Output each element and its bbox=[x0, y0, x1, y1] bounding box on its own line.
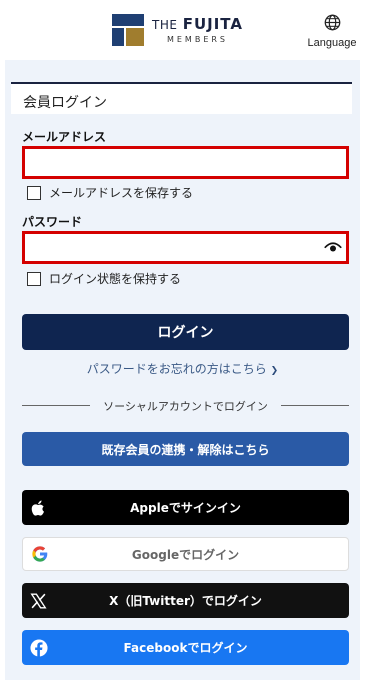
globe-icon bbox=[324, 14, 340, 31]
language-label: Language bbox=[307, 37, 357, 49]
login-title-box: 会員ログイン bbox=[11, 82, 352, 114]
social-divider-text: ソーシャルアカウントでログイン bbox=[103, 400, 268, 413]
facebook-login-button[interactable]: Facebookでログイン bbox=[22, 630, 349, 665]
language-button[interactable]: Language bbox=[302, 14, 362, 49]
logo-the: THE bbox=[152, 17, 178, 32]
fujita-logo[interactable]: THE FUJITA MEMBERS bbox=[112, 14, 243, 46]
save-email-label: メールアドレスを保存する bbox=[49, 186, 194, 200]
link-existing-member-label: 既存会員の連携・解除はこちら bbox=[101, 442, 270, 457]
password-field[interactable] bbox=[25, 234, 331, 261]
x-login-button[interactable]: X（旧Twitter）でログイン bbox=[22, 583, 349, 618]
login-panel: 会員ログイン メールアドレス メールアドレスを保存する パスワード ログイン状態… bbox=[5, 60, 360, 680]
google-login-button[interactable]: Googleでログイン bbox=[22, 537, 349, 571]
page-title: 会員ログイン bbox=[23, 95, 107, 111]
keep-login-label: ログイン状態を保持する bbox=[49, 272, 182, 286]
save-email-row[interactable]: メールアドレスを保存する bbox=[27, 184, 193, 201]
keep-login-row[interactable]: ログイン状態を保持する bbox=[27, 270, 181, 287]
apple-icon bbox=[30, 499, 46, 517]
link-existing-member-button[interactable]: 既存会員の連携・解除はこちら bbox=[22, 432, 349, 466]
logo-members: MEMBERS bbox=[166, 34, 229, 44]
logo-fujita: FUJITA bbox=[182, 14, 243, 33]
google-login-label: Googleでログイン bbox=[131, 547, 240, 562]
save-email-checkbox[interactable] bbox=[27, 185, 41, 200]
forgot-password-text: パスワードをお忘れの方はこちら bbox=[86, 362, 267, 376]
email-field[interactable] bbox=[25, 149, 331, 176]
login-button-label: ログイン bbox=[157, 325, 214, 341]
apple-signin-button[interactable]: Appleでサインイン bbox=[22, 490, 349, 525]
apple-signin-label: Appleでサインイン bbox=[130, 501, 241, 515]
keep-login-checkbox[interactable] bbox=[27, 271, 41, 286]
email-field-box bbox=[22, 146, 349, 179]
password-field-box bbox=[22, 231, 349, 264]
google-icon bbox=[31, 545, 49, 563]
chevron-right-icon: ❯ bbox=[270, 366, 279, 376]
facebook-icon bbox=[30, 638, 48, 657]
password-label: パスワード bbox=[22, 215, 83, 229]
social-divider: ソーシャルアカウントでログイン bbox=[22, 397, 349, 413]
header: THE FUJITA MEMBERS Language bbox=[0, 0, 369, 58]
logo-mark-icon bbox=[112, 14, 144, 46]
logo-text: THE FUJITA MEMBERS bbox=[152, 14, 243, 44]
login-button[interactable]: ログイン bbox=[22, 314, 349, 350]
forgot-password-link[interactable]: パスワードをお忘れの方はこちら ❯ bbox=[5, 360, 360, 377]
x-icon bbox=[30, 592, 47, 609]
facebook-login-label: Facebookでログイン bbox=[123, 641, 248, 655]
eye-icon[interactable] bbox=[324, 240, 342, 254]
x-login-label: X（旧Twitter）でログイン bbox=[109, 594, 262, 608]
email-label: メールアドレス bbox=[22, 130, 107, 144]
